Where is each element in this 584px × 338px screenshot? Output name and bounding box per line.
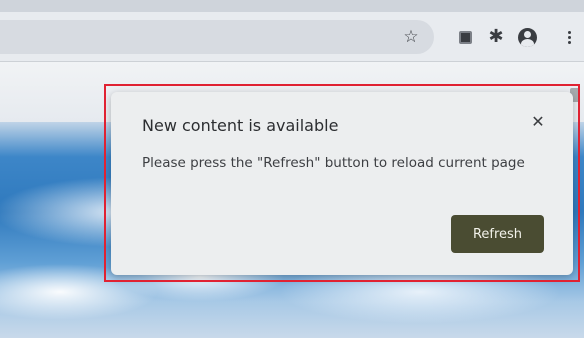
- dialog-message: Please press the "Refresh" button to rel…: [142, 155, 525, 171]
- menu-icon[interactable]: [562, 26, 576, 48]
- browser-toolbar: ☆ ✱: [0, 12, 584, 62]
- update-notification-dialog: New content is available ✕ Please press …: [111, 92, 573, 275]
- profile-icon[interactable]: [516, 26, 538, 48]
- puzzle-icon[interactable]: ✱: [485, 26, 507, 48]
- refresh-button[interactable]: Refresh: [451, 215, 544, 253]
- star-icon[interactable]: ☆: [400, 26, 422, 48]
- browser-window: ☆ ✱ New content is available ✕ Please pr…: [0, 0, 584, 338]
- address-bar[interactable]: [0, 20, 434, 54]
- close-icon[interactable]: ✕: [527, 110, 549, 132]
- dialog-title: New content is available: [142, 116, 339, 135]
- tab-strip: [0, 0, 584, 12]
- extension-icon[interactable]: [454, 26, 476, 48]
